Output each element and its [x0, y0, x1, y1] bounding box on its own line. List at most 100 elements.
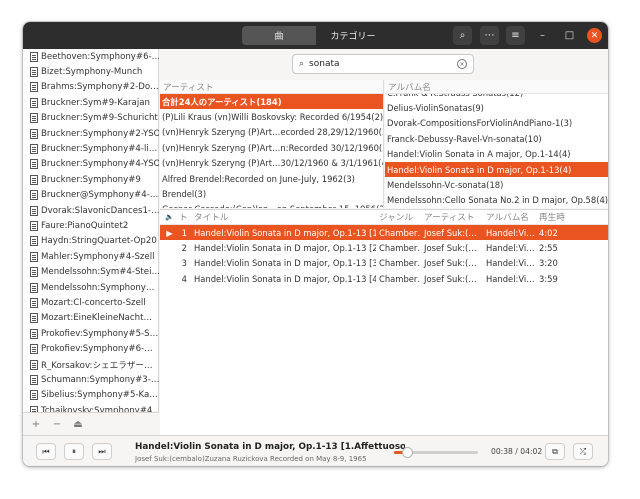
seek-bar[interactable]: [394, 447, 478, 458]
previous-button[interactable]: ⏮: [36, 443, 56, 460]
minimize-button[interactable]: –: [535, 28, 550, 43]
playlist-item[interactable]: Mozart:Cl-concerto-Szell: [23, 295, 159, 310]
col-artist[interactable]: アーティスト: [421, 211, 483, 223]
track-duration: 3:20: [539, 258, 558, 269]
track-row[interactable]: 2 Handel:Violin Sonata in D major, Op.1-1…: [160, 240, 608, 255]
track-row[interactable]: 3 Handel:Violin Sonata in D major, Op.1-1…: [160, 256, 608, 271]
col-genre[interactable]: ジャンル: [376, 211, 421, 223]
album-row[interactable]: Mendelssohn-Vc-sonata(18): [385, 177, 608, 192]
playlist-item[interactable]: Bruckner@Symphony#4-…: [23, 188, 159, 203]
artist-row[interactable]: (vn)Henryk Szeryng (P)Art…30/12/1960 & 3…: [160, 156, 383, 171]
track-number: 2: [181, 243, 187, 254]
playlist-item[interactable]: Bruckner:Symphony#9: [23, 172, 159, 187]
playlist-item[interactable]: Mahler:Symphony#4-Szell: [23, 249, 159, 264]
playlist-list[interactable]: Beethoven:Symphony#6-… Bizet:Symphony-Mun…: [23, 49, 159, 412]
col-album[interactable]: アルバム名: [483, 211, 535, 223]
tab-songs[interactable]: 曲: [242, 26, 316, 45]
track-title: Handel:Violin Sonata in D major, Op.1-13…: [194, 273, 376, 284]
playlist-item[interactable]: Mendelssohn:Sym#4-Stei…: [23, 264, 159, 279]
playlist-item[interactable]: Prokofiev:Symphony#5-S…: [23, 326, 159, 341]
playlist-label: Mozart:Cl-concerto-Szell: [41, 297, 146, 308]
playlist-label: Bruckner:Symphony#4-YSO: [41, 159, 159, 170]
playlist-label: R_Korsakov:シェエラザー…: [41, 360, 153, 371]
track-artist: Josef Suk:(…: [424, 243, 477, 254]
playlist-item[interactable]: Bizet:Symphony-Munch: [23, 64, 159, 79]
playlist-item[interactable]: Faure:PianoQuintet2: [23, 218, 159, 233]
album-row[interactable]: Handel:Violin Sonata in D major, Op.1-13…: [385, 161, 608, 178]
album-column-header[interactable]: アルバム名: [385, 80, 608, 94]
track-artist: Josef Suk:(…: [424, 273, 477, 284]
playlist-icon: [30, 113, 38, 124]
album-row[interactable]: Dvorak-CompositionsForViolinAndPiano-1(3…: [385, 116, 608, 131]
search-toggle-button[interactable]: ⌕: [453, 26, 472, 45]
playlist-item[interactable]: Dvorak:SlavonicDances1-…: [23, 203, 159, 218]
track-genre: Chamber…: [379, 227, 421, 238]
col-duration[interactable]: 再生時: [535, 211, 575, 223]
artist-row[interactable]: Gaspar Cassado:(Con)Ion…on September 15,…: [160, 202, 383, 208]
track-album: Handel:Vi…: [486, 227, 535, 238]
playlist-item[interactable]: R_Korsakov:シェエラザー…: [23, 357, 159, 372]
artist-row[interactable]: Brendel(3): [160, 186, 383, 201]
playlist-item[interactable]: Bruckner:Symphony#2-YSO: [23, 126, 159, 141]
playlist-label: Bruckner:Sym#9-Karajan: [41, 97, 150, 108]
clear-search-icon[interactable]: ×: [457, 59, 467, 69]
artist-row[interactable]: (vn)Henryk Szeryng (P)Art…ecorded 28,29/…: [160, 125, 383, 140]
artist-column-header[interactable]: アーティスト: [160, 80, 383, 94]
playlist-item[interactable]: Beethoven:Symphony#6-…: [23, 49, 159, 64]
playlist-label: Bruckner:Symphony#9: [41, 174, 141, 185]
eject-button[interactable]: ⏏: [69, 416, 87, 433]
playlist-item[interactable]: Brahms:Symphony#2-Do…: [23, 80, 159, 95]
playlist-label: Bruckner:Symphony#2-YSO: [41, 128, 159, 139]
repeat-button[interactable]: ⧉: [545, 443, 565, 460]
search-field[interactable]: ⌕ ×: [292, 54, 474, 74]
playlist-item[interactable]: Prokofiev:Symphony#6-…: [23, 341, 159, 356]
playlist-item[interactable]: Mendelssohn:Symphony…: [23, 280, 159, 295]
add-playlist-button[interactable]: +: [27, 416, 45, 433]
playlist-icon: [30, 328, 38, 339]
playlist-item[interactable]: Tchaikovsky:Symphony#4…: [23, 403, 159, 412]
main-menu-button[interactable]: ≡: [506, 26, 525, 45]
artist-row[interactable]: Alfred Brendel:Recorded on June-July, 19…: [160, 171, 383, 186]
playlist-label: Sibelius:Symphony#5-Ka…: [41, 390, 158, 401]
playlist-item[interactable]: Bruckner:Sym#9-Karajan: [23, 95, 159, 110]
pause-button[interactable]: ⏸: [64, 443, 84, 460]
now-playing-subtitle: Josef Suk:(cembalo)Zuzana Ruzickova Reco…: [135, 455, 367, 463]
playlist-icon: [30, 236, 38, 247]
more-options-button[interactable]: ⋯: [480, 26, 499, 45]
playlist-item[interactable]: Haydn:StringQuartet-Op20: [23, 234, 159, 249]
album-row[interactable]: Delius-ViolinSonatas(9): [385, 100, 608, 115]
album-row[interactable]: Mendelssohn:Cello Sonata No.2 in D major…: [385, 193, 608, 208]
playlist-item[interactable]: Bruckner:Symphony#4-YSO: [23, 157, 159, 172]
playlist-label: Prokofiev:Symphony#6-…: [41, 344, 153, 355]
close-icon: ✕: [590, 30, 599, 41]
remove-playlist-button[interactable]: −: [48, 416, 66, 433]
playlist-item[interactable]: Sibelius:Symphony#5-Ka…: [23, 388, 159, 403]
maximize-button[interactable]: □: [562, 28, 577, 43]
playlist-icon: [30, 51, 38, 62]
album-row[interactable]: Handel:Violin Sonata in A major, Op.1-14…: [385, 147, 608, 162]
next-icon: ⏭: [98, 446, 106, 456]
album-row[interactable]: Franck-Debussy-Ravel-Vn-sonata(10): [385, 131, 608, 146]
shuffle-button[interactable]: ⤮: [573, 443, 593, 460]
next-button[interactable]: ⏭: [92, 443, 112, 460]
playlist-icon: [30, 128, 38, 139]
col-track-number[interactable]: ト: [179, 211, 191, 223]
artist-row[interactable]: (vn)Henryk Szeryng (P)Art…n:Recorded 30/…: [160, 140, 383, 155]
close-button[interactable]: ✕: [587, 28, 602, 43]
track-row[interactable]: ▶ 1 Handel:Violin Sonata in D major, Op.1-…: [160, 225, 608, 241]
track-album: Handel:Vi…: [486, 258, 535, 269]
player-bar: ⏮ ⏸ ⏭ Handel:Violin Sonata in D major, O…: [23, 435, 608, 466]
playlist-item[interactable]: Mozart:EineKleineNacht…: [23, 311, 159, 326]
col-title[interactable]: タイトル: [191, 211, 376, 223]
artist-row[interactable]: 合計24人のアーティスト(184): [160, 94, 383, 110]
tab-categories[interactable]: カテゴリー: [316, 26, 390, 45]
seek-handle[interactable]: [402, 447, 414, 458]
artist-row[interactable]: (P)Lili Kraus (vn)Willi Boskovsky: Recor…: [160, 109, 383, 124]
playlist-item[interactable]: Bruckner:Symphony#4-li…: [23, 141, 159, 156]
search-input[interactable]: [309, 59, 457, 69]
playlist-item[interactable]: Bruckner:Sym#9-Schuricht: [23, 111, 159, 126]
album-browser: アルバム名 C.Frank & R.Strauss Sonatas(12)Del…: [385, 80, 608, 208]
playlist-item[interactable]: Schumann:Symphony#3-…: [23, 372, 159, 387]
track-artist: Josef Suk:(…: [424, 227, 477, 238]
track-row[interactable]: 4 Handel:Violin Sonata in D major, Op.1-1…: [160, 271, 608, 286]
